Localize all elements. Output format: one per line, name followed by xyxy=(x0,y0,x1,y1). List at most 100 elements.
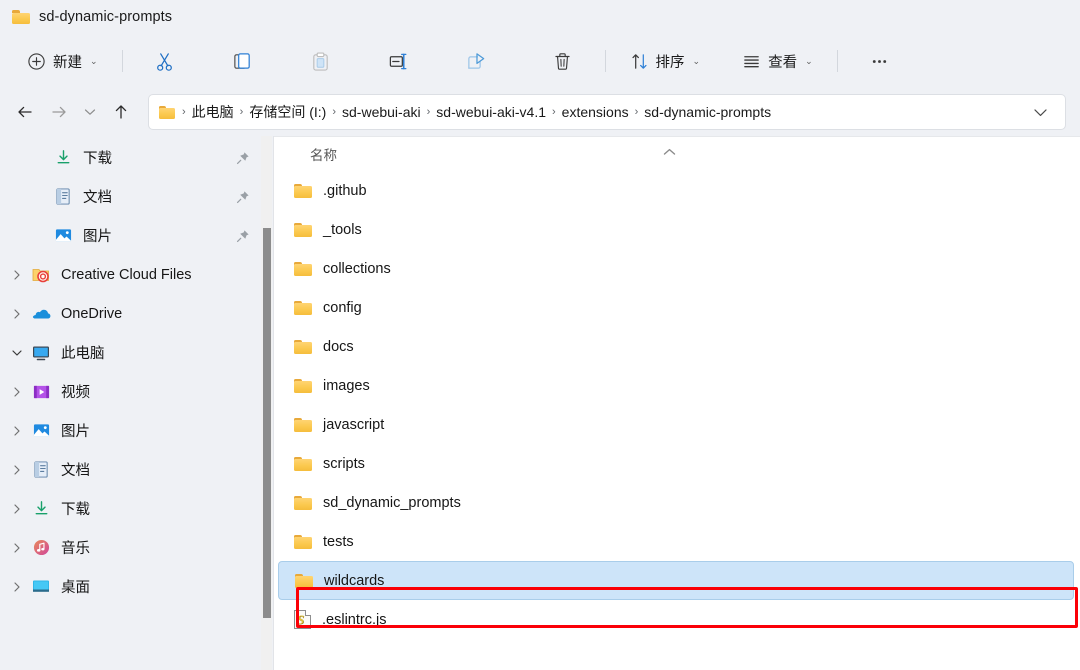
forward-button[interactable] xyxy=(42,96,76,128)
chevron-right-icon[interactable] xyxy=(4,503,30,515)
navigation-pane: › 下载 xyxy=(0,136,274,670)
column-header-name[interactable]: 名称 xyxy=(310,144,337,164)
column-header-row: 名称 xyxy=(274,137,1080,171)
sidebar-item-this-pc[interactable]: 此电脑 xyxy=(4,333,264,372)
recent-locations-button[interactable] xyxy=(76,96,104,128)
sidebar-item-pictures-quick[interactable]: › 图片 xyxy=(4,216,264,255)
sort-arrows-icon xyxy=(631,53,647,69)
sidebar-item-downloads-quick[interactable]: › 下载 xyxy=(4,138,264,177)
scissors-icon xyxy=(157,52,172,71)
sidebar-item-creative-cloud-files[interactable]: Creative Cloud Files xyxy=(4,255,264,294)
copy-button[interactable] xyxy=(214,43,272,79)
desktop-icon xyxy=(30,579,52,594)
paste-button[interactable] xyxy=(292,43,350,79)
table-row[interactable]: docs xyxy=(278,327,1074,366)
table-row[interactable]: scripts xyxy=(278,444,1074,483)
chevron-right-icon[interactable] xyxy=(4,269,30,281)
breadcrumb-item-1[interactable]: 存储空间 (I:) xyxy=(244,100,331,124)
sidebar-item-label: 图片 xyxy=(83,229,112,245)
sidebar-item-music[interactable]: 音乐 xyxy=(4,528,264,567)
new-button-label: 新建 xyxy=(53,54,82,71)
share-button[interactable] xyxy=(448,43,506,79)
chevron-right-icon[interactable] xyxy=(4,542,30,554)
pin-icon[interactable] xyxy=(236,229,250,243)
pictures-icon xyxy=(52,227,74,244)
onedrive-icon xyxy=(30,307,52,321)
sidebar-item-label: 下载 xyxy=(61,502,90,518)
table-row[interactable]: S .eslintrc.js xyxy=(278,600,1074,639)
view-button[interactable]: 查看 ⌄ xyxy=(731,43,824,79)
back-button[interactable] xyxy=(8,96,42,128)
address-bar[interactable]: › 此电脑 › 存储空间 (I:) › sd-webui-aki › sd-we… xyxy=(148,94,1066,130)
sidebar-item-documents[interactable]: 文档 xyxy=(4,450,264,489)
more-options-button[interactable] xyxy=(851,43,909,79)
this-pc-icon xyxy=(30,345,52,361)
sidebar-item-label: 音乐 xyxy=(61,541,90,557)
address-dropdown-button[interactable] xyxy=(1026,104,1057,121)
chevron-right-icon[interactable] xyxy=(4,464,30,476)
file-name: config xyxy=(323,299,362,316)
new-button[interactable]: 新建 ⌄ xyxy=(16,43,109,79)
sidebar-item-desktop[interactable]: 桌面 xyxy=(4,567,264,606)
sidebar-item-documents-quick[interactable]: › 文档 xyxy=(4,177,264,216)
breadcrumb-item-4[interactable]: extensions xyxy=(557,102,634,122)
table-row[interactable]: config xyxy=(278,288,1074,327)
table-row[interactable]: sd_dynamic_prompts xyxy=(278,483,1074,522)
table-row[interactable]: _tools xyxy=(278,210,1074,249)
explorer-tab[interactable]: sd-dynamic-prompts xyxy=(10,2,182,32)
breadcrumb-item-3[interactable]: sd-webui-aki-v4.1 xyxy=(431,102,551,122)
pin-icon[interactable] xyxy=(236,151,250,165)
file-name: wildcards xyxy=(324,572,385,589)
pin-icon[interactable] xyxy=(236,190,250,204)
breadcrumb-item-0[interactable]: 此电脑 xyxy=(187,100,239,124)
share-icon xyxy=(468,52,485,69)
table-row[interactable]: tests xyxy=(278,522,1074,561)
breadcrumb-item-5[interactable]: sd-dynamic-prompts xyxy=(639,102,776,122)
folder-icon xyxy=(294,417,312,432)
file-list-pane: 名称 .github _tools collections config doc… xyxy=(274,136,1080,670)
sidebar-item-onedrive[interactable]: OneDrive xyxy=(4,294,264,333)
breadcrumb-item-2[interactable]: sd-webui-aki xyxy=(337,102,426,122)
chevron-down-icon[interactable] xyxy=(4,347,30,359)
rename-button[interactable] xyxy=(370,43,428,79)
navigation-list: › 下载 xyxy=(0,136,274,606)
file-name: sd_dynamic_prompts xyxy=(323,494,461,511)
sidebar-item-videos[interactable]: 视频 xyxy=(4,372,264,411)
content-area: › 下载 xyxy=(0,136,1080,670)
sidebar-item-label: 文档 xyxy=(83,190,112,206)
delete-button[interactable] xyxy=(534,43,592,79)
document-icon xyxy=(30,461,52,478)
sidebar-item-downloads[interactable]: 下载 xyxy=(4,489,264,528)
folder-icon xyxy=(294,183,312,198)
chevron-right-icon[interactable] xyxy=(4,425,30,437)
table-row[interactable]: collections xyxy=(278,249,1074,288)
table-row[interactable]: javascript xyxy=(278,405,1074,444)
file-name: scripts xyxy=(323,455,365,472)
arrow-right-icon xyxy=(52,106,66,118)
rename-icon xyxy=(389,53,407,69)
chevron-down-icon: ⌄ xyxy=(692,55,701,66)
chevron-down-icon: ⌄ xyxy=(805,55,813,66)
chevron-right-icon[interactable] xyxy=(4,308,30,320)
chevron-right-icon[interactable] xyxy=(4,581,30,593)
sidebar-scrollbar-thumb[interactable] xyxy=(262,228,271,618)
arrow-up-icon xyxy=(115,105,127,119)
title-bar: sd-dynamic-prompts xyxy=(0,0,1080,34)
table-row-selected[interactable]: wildcards xyxy=(278,561,1074,600)
address-bar-row: › 此电脑 › 存储空间 (I:) › sd-webui-aki › sd-we… xyxy=(0,88,1080,136)
chevron-down-icon xyxy=(84,109,96,115)
chevron-right-icon[interactable] xyxy=(4,386,30,398)
cut-button[interactable] xyxy=(136,43,194,79)
folder-icon xyxy=(294,261,312,276)
view-button-label: 查看 xyxy=(768,54,798,71)
table-row[interactable]: images xyxy=(278,366,1074,405)
sidebar-scrollbar-track[interactable] xyxy=(261,136,272,670)
toolbar-divider-3 xyxy=(836,50,838,72)
up-button[interactable] xyxy=(104,96,138,128)
breadcrumb-separator: › xyxy=(182,105,186,118)
file-name: collections xyxy=(323,260,391,277)
file-explorer-window: sd-dynamic-prompts 新建 ⌄ 排序 ⌄ 查看 ⌄ › 此电脑 … xyxy=(0,0,1080,670)
table-row[interactable]: .github xyxy=(278,171,1074,210)
sidebar-item-pictures[interactable]: 图片 xyxy=(4,411,264,450)
sort-button[interactable]: 排序 ⌄ xyxy=(619,43,712,79)
